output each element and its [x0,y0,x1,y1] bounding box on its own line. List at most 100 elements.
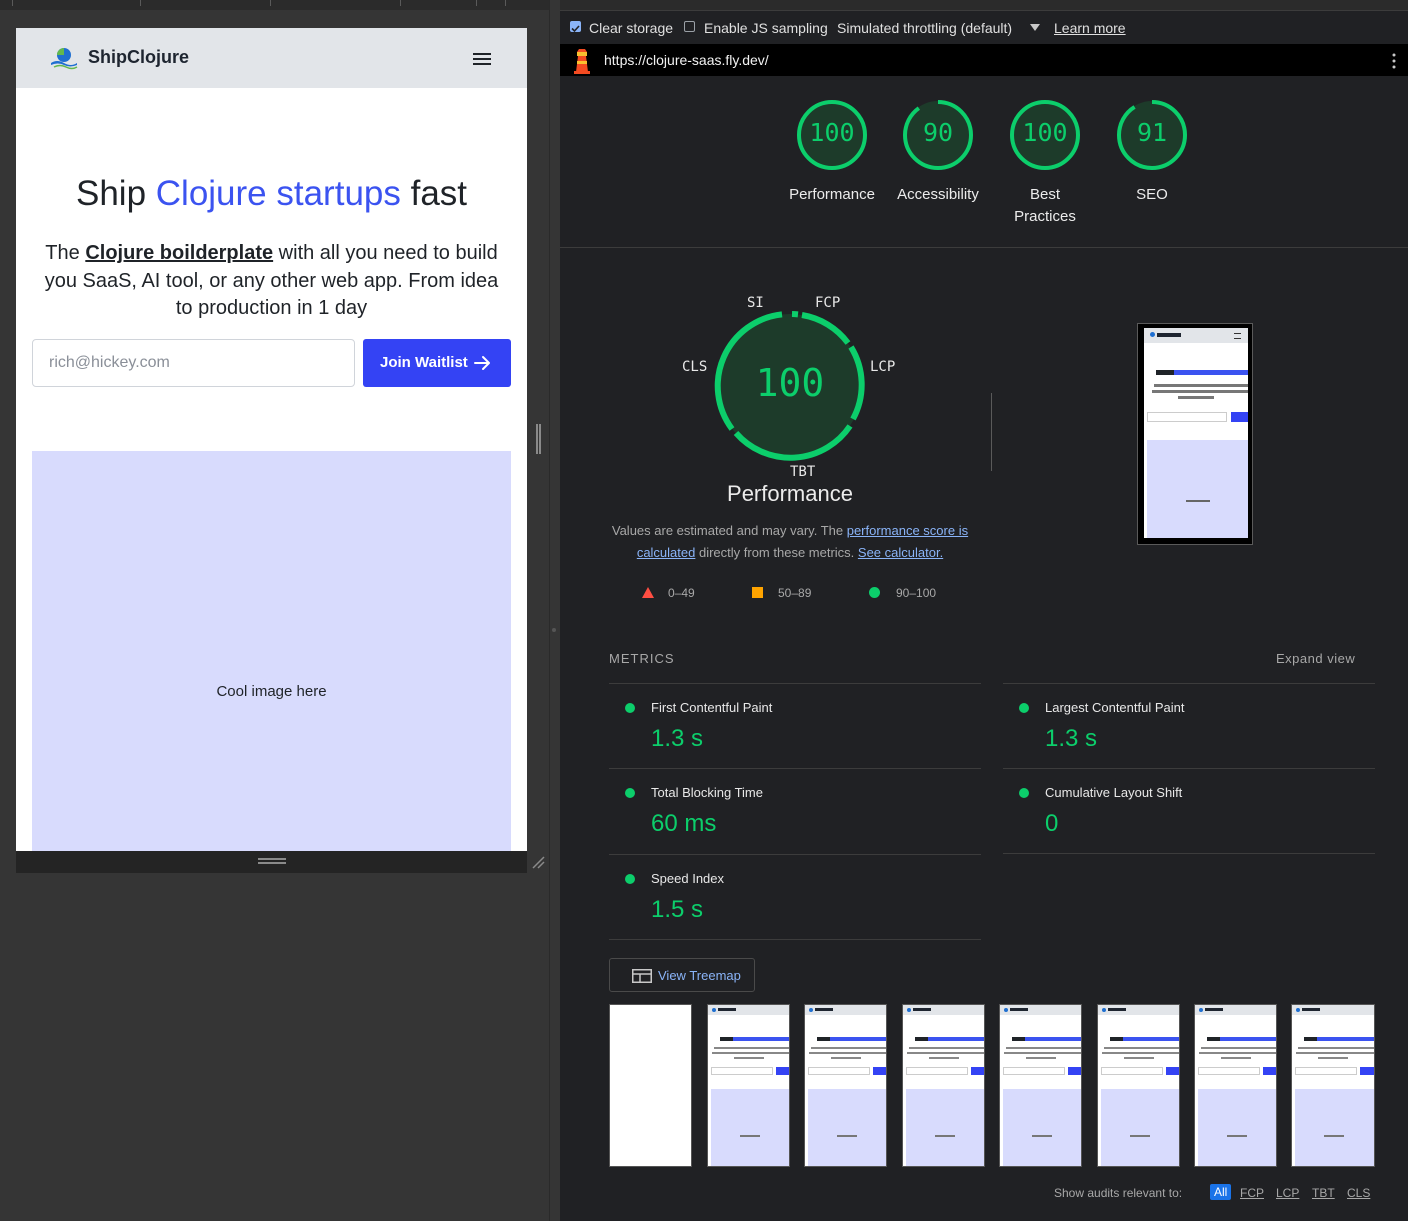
gauge-label-si: SI [747,295,764,311]
legend-fail: 0–49 [668,586,695,600]
pass-circle-icon [869,587,880,598]
metrics-header: METRICS [609,651,675,666]
email-input[interactable]: rich@hickey.com [32,339,355,387]
metric-fcp: First Contentful Paint 1.3 s [609,683,981,768]
hero-accent: Clojure startups [155,174,401,213]
gauge-label: Accessibility [897,186,979,203]
filmstrip-frame [902,1004,985,1167]
gauge-score: 90 [922,118,954,147]
filter-tbt[interactable]: TBT [1312,1186,1335,1200]
image-placeholder-text: Cool image here [216,683,327,700]
boilerplate-link[interactable]: Clojure boilderplate [85,242,273,264]
resize-corner-icon[interactable] [531,855,545,869]
metric-name: Cumulative Layout Shift [1045,785,1183,800]
final-screenshot[interactable] [1137,323,1253,545]
view-treemap-button[interactable]: View Treemap [609,958,755,992]
filmstrip-frame [804,1004,887,1167]
ruler [0,0,550,10]
treemap-icon [632,969,652,983]
average-square-icon [752,587,763,598]
more-options-icon[interactable] [1392,53,1396,69]
lighthouse-panel: Clear storage Enable JS sampling Simulat… [560,0,1408,1221]
gauge-label-cls: CLS [682,359,708,375]
metric-si: Speed Index 1.5 s [609,854,981,940]
site-navbar: ShipClojure [16,28,527,88]
filter-all[interactable]: All [1210,1184,1232,1200]
filmstrip-frame [1097,1004,1180,1167]
pass-circle-icon [625,703,635,713]
filmstrip-frame [609,1004,692,1167]
clear-storage-label[interactable]: Clear storage [589,20,673,36]
pass-circle-icon [625,874,635,884]
viewport-width-handle[interactable] [536,424,541,454]
gauge-label: SEO [1136,186,1168,203]
legend-average: 50–89 [778,586,812,600]
metric-name: Total Blocking Time [651,785,763,800]
filmstrip-frame [707,1004,790,1167]
brand-name[interactable]: ShipClojure [88,47,189,68]
gauge-accessibility[interactable]: 90 Accessibility [883,98,993,206]
gauge-score: 91 [1136,118,1168,147]
metric-name: First Contentful Paint [651,700,773,715]
fail-triangle-icon [642,587,654,598]
js-sampling-label[interactable]: Enable JS sampling [704,20,828,36]
gauge-label-lcp: LCP [870,359,896,375]
filmstrip-frame [999,1004,1082,1167]
filter-lcp[interactable]: LCP [1276,1186,1299,1200]
metric-value: 1.3 s [651,725,704,752]
legend-pass: 90–100 [896,586,937,600]
gauge-score: 100 [1022,118,1068,147]
pass-circle-icon [1019,703,1029,713]
report-tabbar [560,0,1408,10]
metric-value: 60 ms [651,810,717,837]
gauge-label: Performance [789,186,875,203]
report-url[interactable]: https://clojure-saas.fly.dev/ [604,52,769,68]
hero-image-placeholder: Cool image here [32,451,511,851]
filmstrip-frame [1291,1004,1375,1167]
estimate-note: Values are estimated and may vary. The p… [611,523,969,560]
metric-value: 1.3 s [1045,725,1098,752]
performance-metric-gauge: 100 [714,311,865,461]
metric-value: 1.5 s [651,896,704,923]
metric-name: Speed Index [651,871,725,886]
viewport-resize-bar[interactable] [16,851,527,873]
filmstrip-frame [1194,1004,1277,1167]
splitter-dot[interactable] [552,628,556,632]
gauge-label: Best Practices [1014,186,1076,225]
gauge-seo[interactable]: 91 SEO [1097,98,1207,206]
pass-circle-icon [1019,788,1029,798]
clear-storage-checkbox[interactable] [570,21,581,33]
arrow-right-icon [474,356,490,370]
performance-title: Performance [727,481,853,506]
join-waitlist-button[interactable]: Join Waitlist [363,339,511,387]
hero-title: Ship Clojure startups fast [75,174,468,213]
metric-lcp: Largest Contentful Paint 1.3 s [1003,683,1375,768]
throttling-select[interactable]: Simulated throttling (default) [837,20,1012,36]
lighthouse-icon [574,49,590,74]
filter-cls[interactable]: CLS [1347,1186,1370,1200]
gauge-score: 100 [809,118,855,147]
hamburger-menu-icon[interactable] [472,51,492,67]
gauge-performance[interactable]: 100 Performance [777,98,887,206]
audit-filter-label: Show audits relevant to: [1054,1186,1183,1200]
gauge-best-practices[interactable]: 100 Best Practices [990,98,1100,228]
view-treemap-label: View Treemap [658,968,741,983]
pane-divider[interactable] [549,0,550,1221]
dropdown-arrow-icon[interactable] [1030,24,1040,31]
js-sampling-checkbox[interactable] [684,21,695,32]
expand-view-toggle[interactable]: Expand view [1276,651,1355,666]
report-url-bar: https://clojure-saas.fly.dev/ [560,44,1408,76]
metric-value: 0 [1045,810,1059,837]
see-calculator-link[interactable]: See calculator. [858,545,943,560]
hero-subtitle: The Clojure boilderplate with all you ne… [44,242,499,319]
pass-circle-icon [625,788,635,798]
lighthouse-toolbar: Clear storage Enable JS sampling Simulat… [560,10,1408,44]
metric-name: Largest Contentful Paint [1045,700,1185,715]
gauge-label-fcp: FCP [815,295,841,311]
metric-tbt: Total Blocking Time 60 ms [609,768,981,853]
filter-fcp[interactable]: FCP [1240,1186,1264,1200]
learn-more-link[interactable]: Learn more [1054,20,1126,36]
shipclojure-logo-icon [51,48,78,70]
performance-score: 100 [756,361,825,405]
gauge-label-tbt: TBT [790,464,816,480]
